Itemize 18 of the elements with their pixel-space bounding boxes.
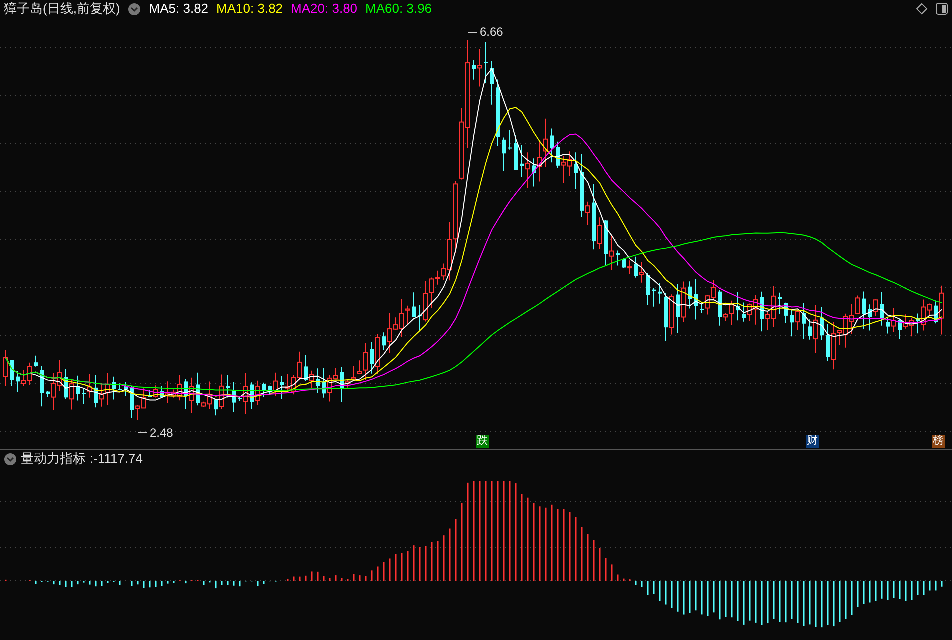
- moving-average-legend: MA10: 3.82: [216, 0, 284, 19]
- high-price-label: 6.66: [480, 26, 504, 38]
- moving-average-legend: MA5: 3.82: [149, 0, 209, 19]
- indicator-reading: :-1117.74: [90, 450, 144, 468]
- leader-line: [468, 32, 478, 41]
- leader-line: [138, 422, 148, 435]
- moving-average-legend: MA20: 3.80: [291, 0, 358, 19]
- panel-toggle-icon[interactable]: [936, 3, 948, 15]
- diamond-icon[interactable]: [916, 3, 928, 15]
- event-marker[interactable]: 跌: [476, 435, 489, 448]
- chevron-down-icon[interactable]: [128, 2, 142, 16]
- indicator-title: 量动力指标: [21, 450, 86, 468]
- chart-title: 獐子岛(日线,前复权): [4, 0, 120, 18]
- chevron-down-icon[interactable]: [4, 452, 17, 466]
- event-marker[interactable]: 财: [806, 435, 819, 448]
- moving-average-legend: MA60: 3.96: [366, 0, 432, 19]
- event-marker[interactable]: 榜: [932, 435, 945, 448]
- low-price-label: 2.48: [150, 427, 174, 439]
